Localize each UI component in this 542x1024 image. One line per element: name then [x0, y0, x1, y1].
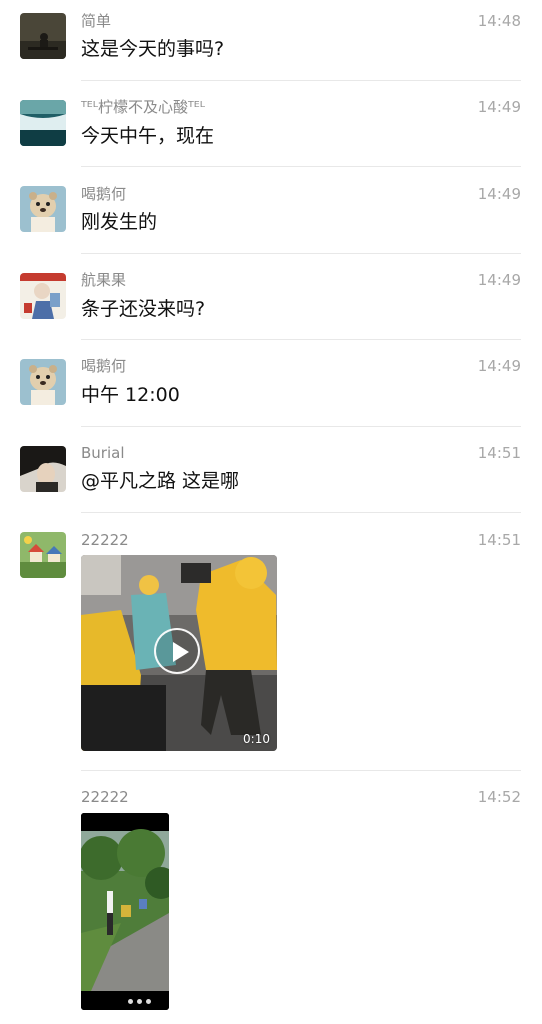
divider: [81, 770, 521, 771]
sender-name: 简单: [81, 12, 112, 30]
sender-name: 航果果: [81, 271, 127, 289]
video-duration: 0:10: [243, 732, 270, 746]
avatar[interactable]: [20, 446, 66, 492]
divider: [81, 339, 521, 340]
timestamp: 14:51: [477, 444, 521, 462]
divider: [81, 166, 521, 167]
avatar[interactable]: [20, 532, 66, 578]
divider: [81, 426, 521, 427]
divider: [81, 253, 521, 254]
message-text: @平凡之路 这是哪: [81, 470, 240, 492]
sender-name: Burial: [81, 444, 125, 462]
avatar[interactable]: [20, 273, 66, 319]
divider: [81, 80, 521, 81]
divider: [81, 512, 521, 513]
avatar[interactable]: [20, 359, 66, 405]
sender-name: 22222: [81, 531, 129, 549]
message-text: 刚发生的: [81, 211, 158, 233]
timestamp: 14:49: [477, 185, 521, 203]
timestamp: 14:48: [477, 12, 521, 30]
video-thumbnail[interactable]: 0:10: [81, 555, 277, 751]
timestamp: 14:49: [477, 98, 521, 116]
avatar[interactable]: [20, 100, 66, 146]
media-controls: [128, 999, 151, 1004]
sender-name: 喝鹅何: [81, 357, 127, 375]
image-thumbnail[interactable]: [81, 813, 169, 1010]
timestamp: 14:52: [477, 788, 521, 806]
avatar[interactable]: [20, 186, 66, 232]
timestamp: 14:51: [477, 531, 521, 549]
timestamp: 14:49: [477, 271, 521, 289]
sender-name: 喝鹅何: [81, 185, 127, 203]
message-text: 今天中午，现在: [81, 125, 215, 147]
message-text: 中午 12:00: [81, 384, 180, 406]
message-text: 条子还没来吗?: [81, 298, 206, 320]
sender-name: ᵀᴱᴸ柠檬不及心酸ᵀᴱᴸ: [81, 98, 205, 116]
message-text: 这是今天的事吗?: [81, 38, 225, 60]
timestamp: 14:49: [477, 357, 521, 375]
play-icon[interactable]: [154, 628, 200, 674]
avatar[interactable]: [20, 13, 66, 59]
sender-name: 22222: [81, 788, 129, 806]
